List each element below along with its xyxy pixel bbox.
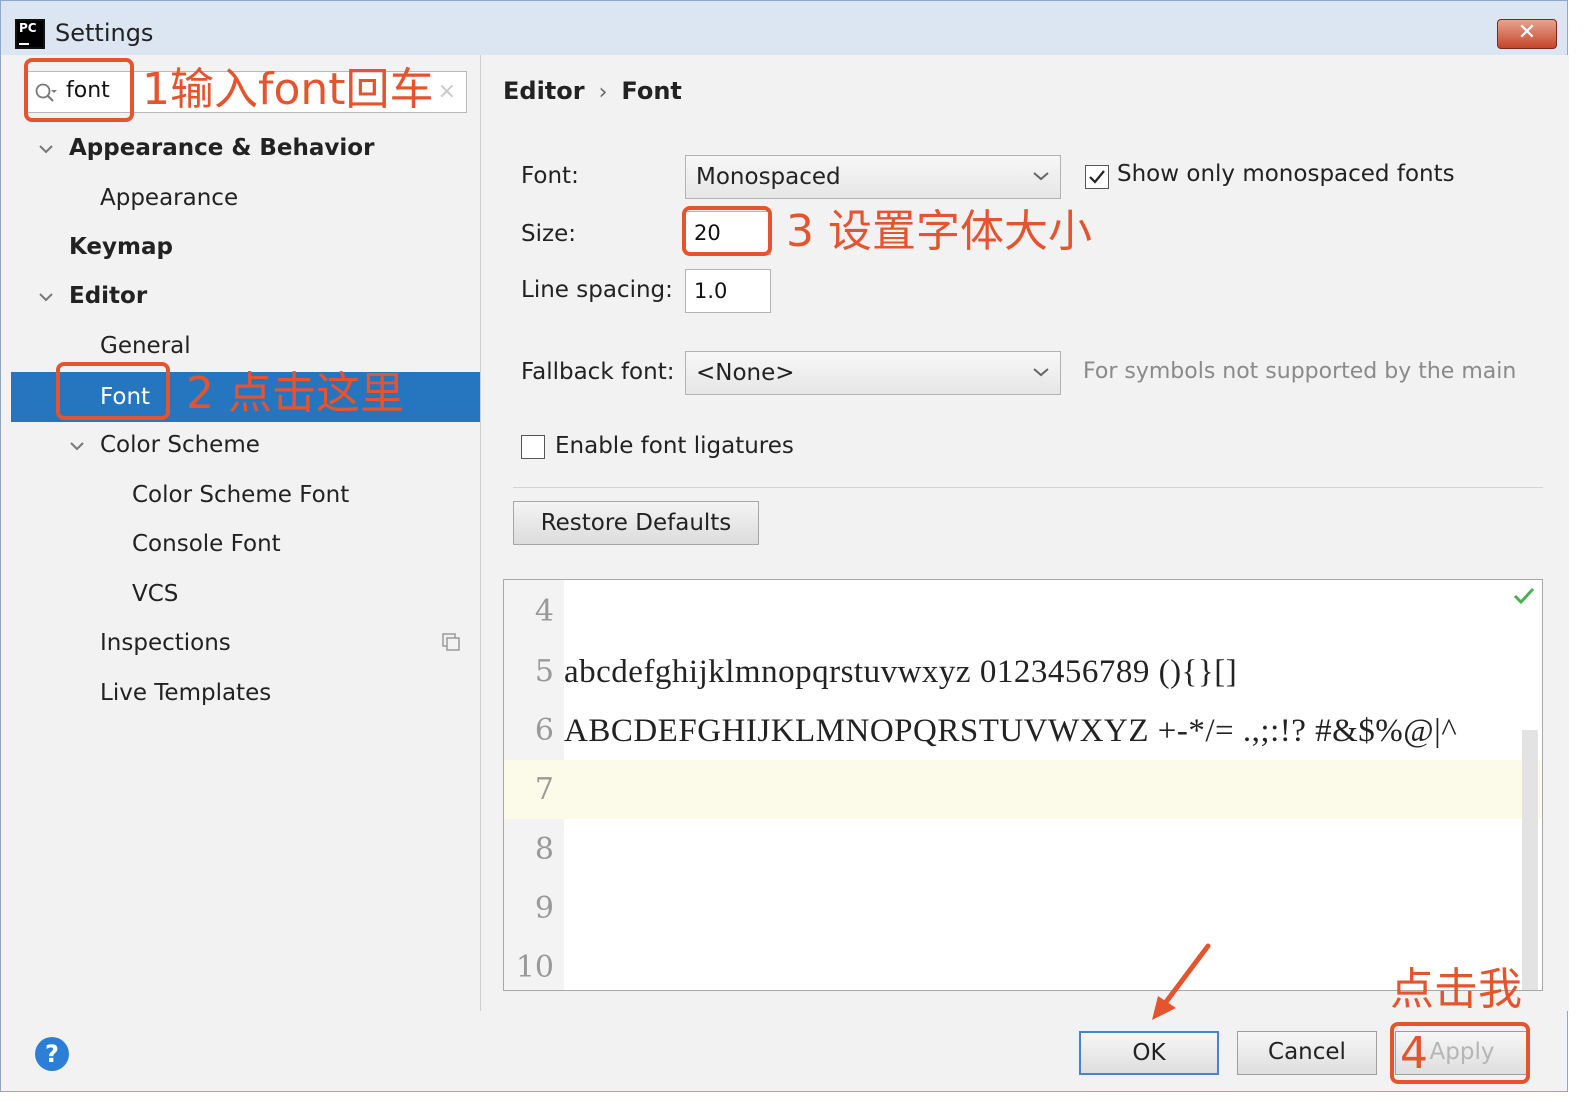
preview-line-current: 7 — [504, 760, 1542, 819]
pycharm-app-icon: PC — [15, 19, 45, 49]
tree-item-label: Color Scheme — [100, 432, 260, 458]
ok-label: OK — [1132, 1040, 1166, 1066]
tree-item-label: Console Font — [132, 531, 281, 557]
tree-item-inspections[interactable]: Inspections — [11, 618, 480, 668]
tree-item-label: VCS — [132, 581, 179, 607]
tree-item-label: Live Templates — [100, 680, 272, 706]
help-icon[interactable]: ? — [35, 1037, 69, 1071]
tree-item-appearance[interactable]: Appearance — [11, 173, 480, 223]
line-number: 4 — [534, 594, 554, 629]
tree-item-keymap[interactable]: Keymap — [11, 222, 480, 272]
enable-ligatures-checkbox[interactable] — [521, 435, 545, 459]
annotation-box-size — [682, 206, 772, 256]
fallback-font-hint: For symbols not supported by the main — [1083, 359, 1517, 384]
window-title: Settings — [55, 19, 154, 47]
breadcrumb-current: Font — [621, 77, 682, 105]
font-label: Font: — [521, 163, 579, 189]
checkmark-icon — [1089, 170, 1105, 184]
breadcrumb: Editor › Font — [503, 77, 682, 105]
tree-item-vcs[interactable]: VCS — [11, 569, 480, 619]
tree-item-label: Appearance & Behavior — [69, 135, 375, 161]
annotation-box-search — [24, 58, 134, 122]
restore-defaults-label: Restore Defaults — [540, 510, 732, 536]
line-number: 6 — [534, 713, 554, 748]
breadcrumb-separator-icon: › — [598, 80, 608, 105]
font-dropdown-value: Monospaced — [696, 164, 841, 190]
line-spacing-label: Line spacing: — [521, 277, 673, 303]
close-icon: ✕ — [1517, 20, 1537, 45]
enable-ligatures-label[interactable]: Enable font ligatures — [555, 433, 794, 459]
breadcrumb-parent[interactable]: Editor — [503, 77, 585, 105]
fallback-font-value: <None> — [696, 360, 795, 386]
close-button[interactable]: ✕ — [1497, 19, 1557, 49]
annotation-arrow-icon — [1152, 943, 1211, 1020]
tree-item-label: Color Scheme Font — [132, 482, 350, 508]
settings-window: PC Settings ✕ font × Appearance & Behavi… — [0, 0, 1569, 1092]
vertical-scrollbar[interactable] — [1522, 730, 1538, 990]
annotation-step4: 4 — [1400, 1028, 1428, 1079]
cancel-label: Cancel — [1268, 1039, 1346, 1065]
tree-item-live-templates[interactable]: Live Templates — [11, 668, 480, 718]
font-preview-editor[interactable]: 4 5 abcdefghijklmnopqrstuvwxyz 012345678… — [503, 579, 1543, 991]
tree-item-color-scheme-font[interactable]: Color Scheme Font — [11, 470, 480, 520]
line-number: 7 — [534, 772, 554, 807]
fallback-font-dropdown[interactable]: <None> — [685, 351, 1061, 395]
clear-search-icon[interactable]: × — [438, 79, 456, 104]
project-settings-icon — [442, 633, 460, 651]
settings-sidebar: font × Appearance & Behavior Appearance … — [11, 55, 481, 1011]
preview-line: 5 abcdefghijklmnopqrstuvwxyz 0123456789 … — [504, 642, 1542, 701]
preview-line: 4 — [504, 582, 1542, 641]
fallback-font-label: Fallback font: — [521, 359, 675, 385]
tree-item-editor[interactable]: Editor — [11, 271, 480, 321]
line-text: abcdefghijklmnopqrstuvwxyz 0123456789 ()… — [564, 654, 1238, 690]
tree-item-label: Inspections — [100, 630, 231, 656]
annotation-step1: 1输入font回车 — [142, 64, 434, 115]
show-monospaced-checkbox[interactable] — [1085, 165, 1109, 189]
line-number: 8 — [534, 832, 554, 867]
chevron-down-icon[interactable] — [68, 437, 86, 455]
annotation-click-me: 点击我 — [1390, 964, 1522, 1015]
chevron-down-icon[interactable] — [37, 140, 55, 158]
line-number: 10 — [515, 950, 554, 985]
preview-line: 8 — [504, 820, 1542, 879]
tree-item-color-scheme[interactable]: Color Scheme — [11, 420, 480, 470]
title-bar: PC Settings ✕ — [1, 1, 1567, 55]
line-text: ABCDEFGHIJKLMNOPQRSTUVWXYZ +-*/= .,;:!? … — [564, 713, 1458, 749]
annotation-box-font — [56, 362, 170, 420]
preview-line: 6 ABCDEFGHIJKLMNOPQRSTUVWXYZ +-*/= .,;:!… — [504, 701, 1542, 760]
preview-line: 9 — [504, 879, 1542, 938]
line-spacing-input[interactable]: 1.0 — [685, 269, 771, 313]
show-monospaced-label[interactable]: Show only monospaced fonts — [1117, 161, 1455, 187]
tree-item-label: Editor — [69, 283, 148, 309]
chevron-down-icon — [1033, 368, 1049, 377]
size-label: Size: — [521, 221, 576, 247]
inspection-ok-icon — [1513, 587, 1535, 605]
chevron-down-icon[interactable] — [37, 288, 55, 306]
line-number: 9 — [534, 891, 554, 926]
annotation-step2: 2 点击这里 — [186, 368, 404, 419]
font-dropdown[interactable]: Monospaced — [685, 155, 1061, 199]
tree-item-console-font[interactable]: Console Font — [11, 519, 480, 569]
divider — [513, 487, 1543, 488]
tree-item-label: Appearance — [100, 185, 239, 211]
cancel-button[interactable]: Cancel — [1237, 1031, 1377, 1075]
line-spacing-input-value: 1.0 — [694, 279, 728, 303]
line-number: 5 — [534, 654, 554, 689]
ok-button[interactable]: OK — [1079, 1031, 1219, 1075]
tree-item-appearance-behavior[interactable]: Appearance & Behavior — [11, 123, 480, 173]
chevron-down-icon — [1033, 172, 1049, 181]
restore-defaults-button[interactable]: Restore Defaults — [513, 501, 759, 545]
tree-item-label: Keymap — [69, 234, 173, 260]
app-icon-text: PC — [19, 21, 37, 35]
preview-line: 10 — [504, 938, 1542, 990]
annotation-step3: 3 设置字体大小 — [786, 206, 1092, 257]
